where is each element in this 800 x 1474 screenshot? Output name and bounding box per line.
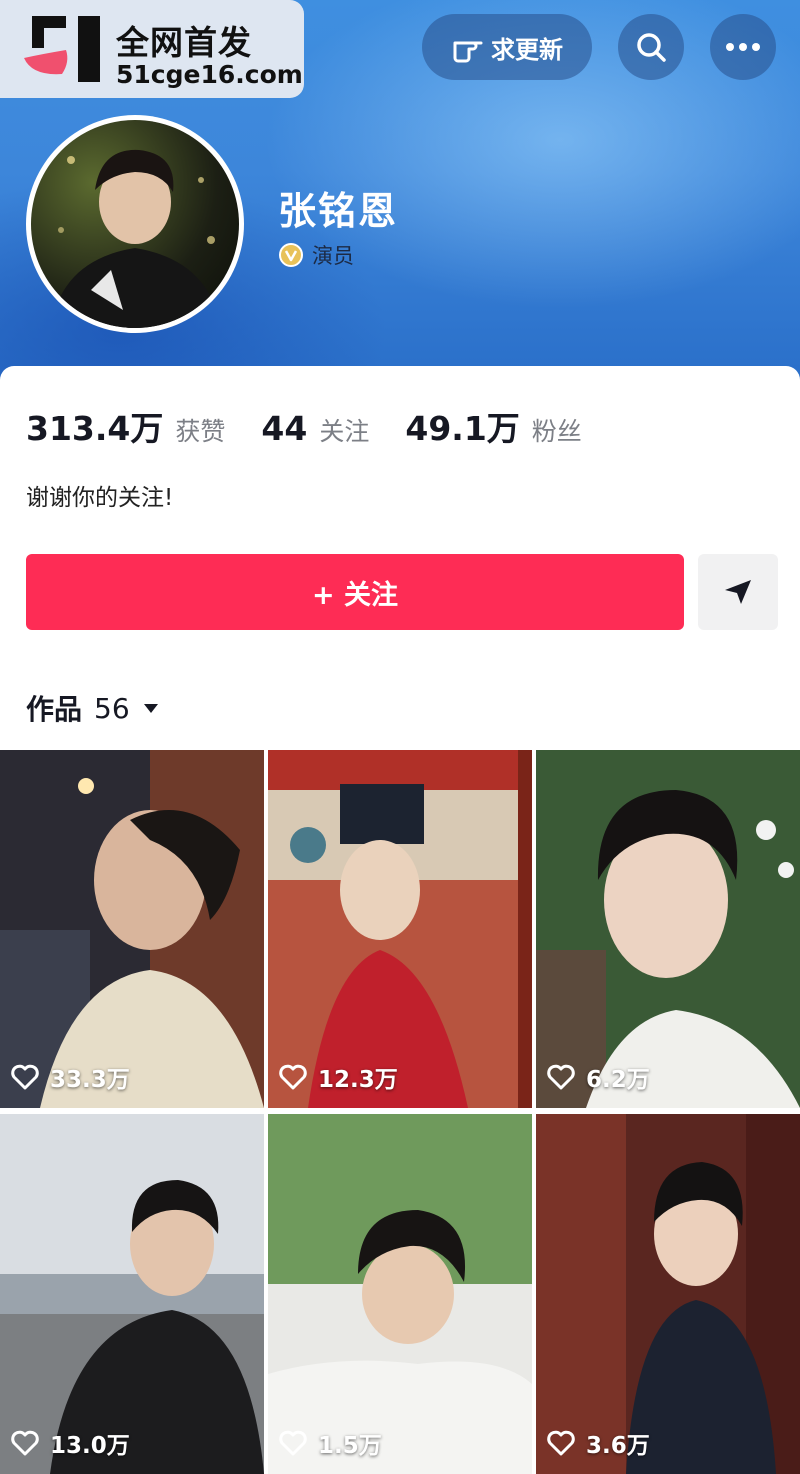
caret-down-icon [143, 704, 158, 713]
video-tile[interactable]: 6.2万 [536, 750, 800, 1108]
followers-count[interactable]: 49.1万 [405, 402, 519, 450]
video-likes: 6.2万 [546, 1060, 650, 1094]
avatar[interactable] [26, 115, 244, 333]
video-likes: 33.3万 [10, 1060, 130, 1094]
works-label: 作品 [26, 693, 83, 726]
profile-card: 313.4万 获赞 44 关注 49.1万 粉丝 谢谢你的关注! + 关注 作品… [0, 366, 800, 1474]
video-likes-count: 6.2万 [586, 1067, 650, 1093]
request-update-button[interactable]: 求更新 [422, 14, 592, 80]
followers-label[interactable]: 粉丝 [532, 412, 582, 448]
video-tile[interactable]: 33.3万 [0, 750, 264, 1108]
likes-label: 获赞 [175, 417, 226, 446]
video-thumbnail [536, 750, 800, 1108]
video-thumbnail [268, 750, 532, 1108]
watermark-url: 51cge16.com [116, 60, 303, 89]
works-count: 56 [94, 691, 130, 725]
video-tile[interactable]: 13.0万 [0, 1114, 264, 1474]
works-tab[interactable]: 作品 56 [26, 688, 160, 728]
video-thumbnail [536, 1114, 800, 1474]
video-thumbnail [0, 750, 264, 1108]
verified-badge-icon [279, 243, 303, 267]
video-likes-count: 12.3万 [318, 1067, 398, 1093]
video-likes-count: 1.5万 [318, 1433, 382, 1459]
heart-icon [279, 1064, 307, 1090]
send-icon [725, 580, 751, 604]
heart-icon [11, 1064, 39, 1090]
profile-name: 张铭恩 [278, 189, 399, 233]
video-tile[interactable]: 1.5万 [268, 1114, 532, 1474]
more-icon [726, 43, 760, 51]
profile-role: 演员 [312, 244, 354, 268]
likes-count: 313.4万 [26, 409, 164, 448]
profile-banner: 全网首发 51cge16.com 求更新 张铭恩 演员 [0, 0, 800, 380]
follow-button[interactable]: + 关注 [26, 554, 684, 630]
more-button[interactable] [710, 14, 776, 80]
heart-icon [279, 1430, 307, 1456]
video-likes: 1.5万 [278, 1426, 382, 1460]
following-label[interactable]: 关注 [319, 412, 369, 448]
search-button[interactable] [618, 14, 684, 80]
heart-icon [11, 1430, 39, 1456]
watermark-title: 全网首发 [116, 23, 252, 62]
video-tile[interactable]: 3.6万 [536, 1114, 800, 1474]
share-button[interactable] [698, 554, 778, 630]
request-update-label: 求更新 [491, 35, 563, 64]
video-tile[interactable]: 12.3万 [268, 750, 532, 1108]
stats-row: 313.4万 获赞 44 关注 49.1万 粉丝 [26, 402, 618, 450]
video-likes: 13.0万 [10, 1426, 130, 1460]
pointing-hand-icon [453, 41, 483, 63]
verified-role: 演员 [278, 240, 354, 270]
search-icon [637, 33, 666, 62]
avatar-photo [31, 120, 239, 328]
video-likes: 12.3万 [278, 1060, 398, 1094]
video-likes-count: 3.6万 [586, 1433, 650, 1459]
video-likes-count: 13.0万 [50, 1433, 130, 1459]
video-thumbnail [268, 1114, 532, 1474]
site-logo-icon [24, 16, 100, 82]
heart-icon [547, 1064, 575, 1090]
heart-icon [547, 1430, 575, 1456]
watermark: 全网首发 51cge16.com [0, 0, 304, 98]
following-count[interactable]: 44 [261, 409, 307, 448]
video-thumbnail [0, 1114, 264, 1474]
video-likes: 3.6万 [546, 1426, 650, 1460]
profile-bio: 谢谢你的关注! [26, 485, 174, 511]
video-likes-count: 33.3万 [50, 1067, 130, 1093]
